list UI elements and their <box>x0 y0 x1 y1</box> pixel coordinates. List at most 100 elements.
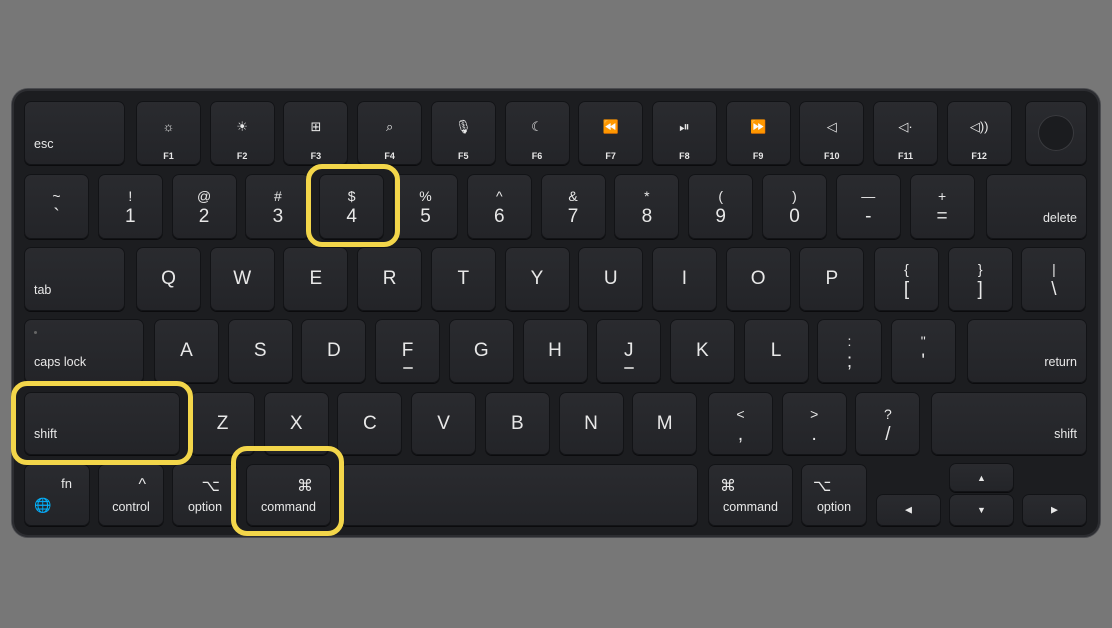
key-label: ' <box>921 351 925 372</box>
key-5[interactable]: % 5 <box>393 174 458 239</box>
key-command-right[interactable]: ⌘ command <box>708 464 793 526</box>
key-caps-lock[interactable]: caps lock <box>24 319 144 383</box>
key-9[interactable]: (9 <box>688 174 754 239</box>
key-label: C <box>363 412 377 434</box>
key-f7[interactable]: ⏪ F7 <box>578 101 644 165</box>
key-x[interactable]: X <box>263 392 329 455</box>
key-label: V <box>437 412 450 434</box>
key-p[interactable]: P <box>799 247 865 311</box>
key-h[interactable]: H <box>522 319 588 383</box>
key-8[interactable]: * 8 <box>614 174 680 239</box>
key-label: K <box>696 340 709 361</box>
key-label: D <box>327 340 341 361</box>
key-d[interactable]: D <box>301 319 367 383</box>
key-f6[interactable]: ☾ F6 <box>504 101 570 165</box>
key-4[interactable]: $4 <box>319 174 385 239</box>
key-j[interactable]: J <box>596 319 662 383</box>
key-fn[interactable]: fn 🌐 <box>24 464 90 526</box>
key-l[interactable]: L <box>743 319 809 383</box>
key-punct-z-0[interactable]: <, <box>708 392 773 455</box>
key-punct-z-2[interactable]: ? / <box>855 392 921 455</box>
play-pause-icon: ⏯ <box>679 119 690 134</box>
key-s[interactable]: S <box>227 319 293 383</box>
key-q[interactable]: Q <box>136 247 201 311</box>
key-w[interactable]: W <box>209 247 275 311</box>
key-label: F11 <box>897 151 913 161</box>
key-option-right[interactable]: ⌥ option <box>801 464 867 526</box>
key-6[interactable]: ^ 6 <box>466 174 532 239</box>
key-punct-0[interactable]: :; <box>817 319 882 383</box>
key-u[interactable]: U <box>578 247 644 311</box>
key-label: F4 <box>384 151 395 161</box>
key-control[interactable]: ^ control <box>98 464 164 526</box>
key-t[interactable]: T <box>430 247 496 311</box>
key-f8[interactable]: ⏯ F8 <box>651 101 717 165</box>
key-shift-symbol: > <box>810 406 819 422</box>
key-1[interactable]: ! 1 <box>97 174 163 239</box>
key-i[interactable]: I <box>651 247 717 311</box>
key-arrow-down[interactable]: ▼ <box>949 494 1014 526</box>
key-grave[interactable]: ~ ` <box>24 174 89 239</box>
arrow-down-icon: ▼ <box>977 505 986 515</box>
key-shift-symbol: ? <box>883 406 892 422</box>
dictation-microphone-icon: 🎙 <box>455 119 472 134</box>
key-shift-right[interactable]: shift <box>931 392 1087 455</box>
key-m[interactable]: M <box>632 392 698 455</box>
key-bracket-0[interactable]: {[ <box>874 247 939 311</box>
key-o[interactable]: O <box>725 247 791 311</box>
key-arrow-up[interactable]: ▲ <box>949 463 1014 492</box>
key-c[interactable]: C <box>337 392 403 455</box>
key-space[interactable] <box>340 464 698 526</box>
key-r[interactable]: R <box>357 247 423 311</box>
key-bracket-1[interactable]: }] <box>947 247 1013 311</box>
key-a[interactable]: A <box>154 319 219 383</box>
key-n[interactable]: N <box>558 392 624 455</box>
fast-forward-icon: ⏩ <box>750 119 767 134</box>
key-return[interactable]: return <box>967 319 1087 383</box>
key-command-left[interactable]: ⌘ command <box>246 464 331 526</box>
key-label: 8 <box>641 206 653 227</box>
key-3[interactable]: #3 <box>245 174 311 239</box>
key-label: 3 <box>272 206 284 227</box>
key-=[interactable]: + = <box>909 174 975 239</box>
key-f2[interactable]: ☀ F2 <box>209 101 275 165</box>
key-option-left[interactable]: ⌥ option <box>172 464 238 526</box>
key-shift-symbol: " <box>920 333 926 349</box>
key-f12[interactable]: ◁)) F12 <box>946 101 1012 165</box>
key--[interactable]: — - <box>835 174 901 239</box>
key-e[interactable]: E <box>283 247 349 311</box>
key-punct-1[interactable]: " ' <box>890 319 956 383</box>
key-arrow-right[interactable]: ▶ <box>1022 494 1087 526</box>
key-f4[interactable]: ⌕ F4 <box>357 101 423 165</box>
key-f[interactable]: F <box>375 319 441 383</box>
touch-id-sensor-icon <box>1038 115 1074 151</box>
key-y[interactable]: Y <box>504 247 570 311</box>
key-v[interactable]: V <box>411 392 477 455</box>
key-bracket-2[interactable]: | \ <box>1021 247 1087 311</box>
key-f10[interactable]: ◁ F10 <box>799 101 865 165</box>
key-touch-id[interactable] <box>1025 101 1087 165</box>
key-7[interactable]: & 7 <box>540 174 606 239</box>
key-f11[interactable]: ◁· F11 <box>873 101 938 165</box>
key-g[interactable]: G <box>448 319 514 383</box>
key-z[interactable]: Z <box>190 392 255 455</box>
key-arrow-left[interactable]: ◀ <box>876 494 941 526</box>
key-punct-z-1[interactable]: >. <box>781 392 847 455</box>
option-symbol-icon: ⌥ <box>813 478 832 495</box>
key-tab[interactable]: tab <box>24 247 125 311</box>
key-f1[interactable]: ☼ F1 <box>136 101 201 165</box>
key-2[interactable]: @2 <box>171 174 237 239</box>
key-f5[interactable]: 🎙 F5 <box>430 101 496 165</box>
key-0[interactable]: ) 0 <box>762 174 827 239</box>
key-f9[interactable]: ⏩ F9 <box>725 101 791 165</box>
key-shift-symbol: : <box>847 333 852 349</box>
key-delete[interactable]: delete <box>986 174 1087 239</box>
key-label: O <box>750 268 766 289</box>
control-symbol-icon: ^ <box>138 476 146 493</box>
key-f3[interactable]: ⊞ F3 <box>283 101 349 165</box>
key-b[interactable]: B <box>484 392 550 455</box>
key-label: S <box>253 340 267 361</box>
key-shift-left[interactable]: shift <box>24 392 180 455</box>
key-esc[interactable]: esc <box>24 101 125 165</box>
key-k[interactable]: K <box>669 319 735 383</box>
